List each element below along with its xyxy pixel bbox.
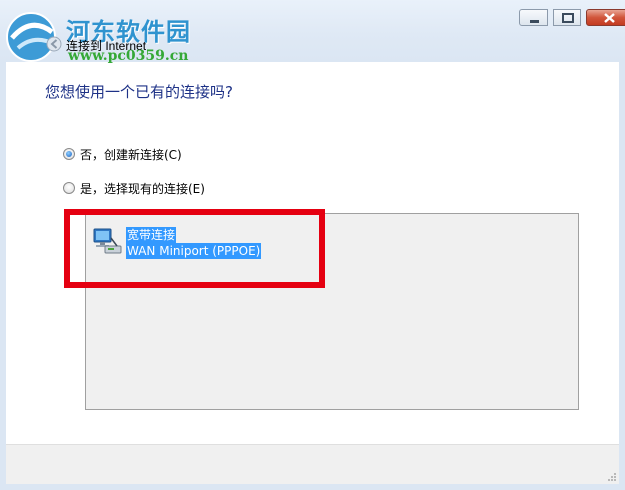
maximize-icon bbox=[562, 13, 574, 23]
highlight-annotation bbox=[64, 209, 325, 288]
minimize-button[interactable] bbox=[519, 9, 548, 26]
close-button[interactable] bbox=[586, 9, 625, 26]
resize-grip-icon[interactable] bbox=[607, 472, 617, 482]
window-title: 连接到 Internet bbox=[66, 39, 147, 53]
radio-button-unselected[interactable] bbox=[63, 182, 75, 194]
dialog-question: 您想使用一个已有的连接吗? bbox=[45, 83, 233, 101]
radio-label-create-new: 否，创建新连接(C) bbox=[80, 147, 182, 162]
window-frame-right bbox=[619, 62, 625, 490]
window-frame-bottom bbox=[0, 484, 625, 490]
radio-label-use-existing: 是，选择现有的连接(E) bbox=[80, 181, 205, 196]
radio-option-use-existing[interactable]: 是，选择现有的连接(E) bbox=[63, 179, 205, 197]
minimize-icon bbox=[530, 20, 539, 23]
back-arrow-icon[interactable] bbox=[46, 36, 62, 52]
watermark: 河东软件园 www.pc0359.cn bbox=[4, 8, 244, 64]
close-icon bbox=[604, 13, 615, 23]
dialog-footer bbox=[6, 444, 619, 484]
radio-button-selected[interactable] bbox=[63, 148, 75, 160]
radio-option-create-new[interactable]: 否，创建新连接(C) bbox=[63, 145, 182, 163]
maximize-button[interactable] bbox=[553, 9, 581, 26]
